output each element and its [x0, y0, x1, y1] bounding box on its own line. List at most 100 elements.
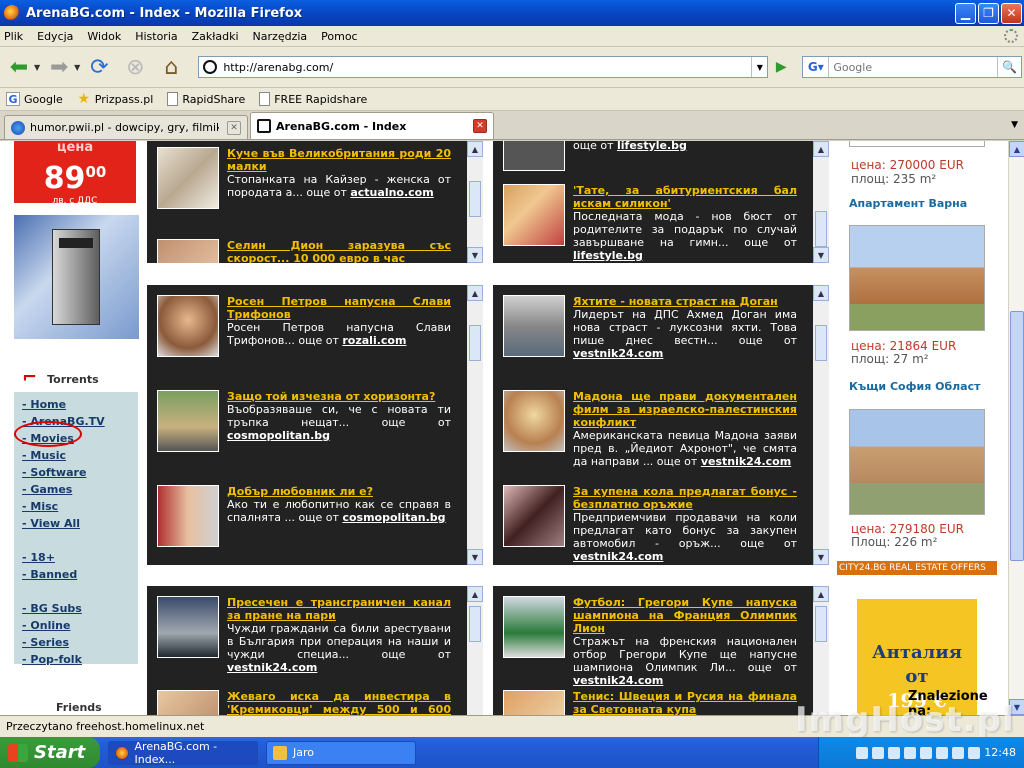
tray-icon[interactable] — [888, 746, 901, 759]
red-circle-annotation — [14, 421, 82, 447]
back-dropdown-icon[interactable]: ▼ — [34, 63, 40, 72]
tab-close-icon[interactable]: ✕ — [473, 119, 487, 133]
property-title-3[interactable]: Къщи София Област — [849, 380, 981, 393]
stop-icon[interactable]: ⊗ — [120, 52, 150, 82]
bookmark-google[interactable]: G Google — [6, 92, 63, 106]
scroll-up-icon[interactable]: ▲ — [1009, 141, 1024, 157]
news-box-2: още от lifestyle.bg 'Тате, за абитуриент… — [493, 141, 829, 263]
minimize-button[interactable]: ▁ — [955, 2, 976, 24]
taskbar-item-jaro[interactable]: Jaro — [266, 740, 416, 765]
menu-widok[interactable]: Widok — [87, 30, 121, 43]
tennis-thumbnail — [503, 690, 565, 715]
red-annotation-mark: ⌐ — [22, 367, 38, 388]
nav-link-home[interactable]: - Home — [22, 396, 138, 413]
taskbar-item-firefox[interactable]: ArenaBG.com - Index... — [108, 740, 258, 766]
property-image-1[interactable] — [849, 141, 985, 147]
nav-link-pop-folk[interactable]: - Pop-folk — [22, 651, 138, 668]
lifestyle-thumbnail — [503, 141, 565, 171]
page-scrollbar[interactable]: ▲ ▼ — [1008, 141, 1024, 715]
restore-button[interactable]: ❐ — [978, 2, 999, 24]
nav-link-games[interactable]: - Games — [22, 481, 138, 498]
tab-close-icon[interactable]: ✕ — [227, 120, 241, 135]
nav-link-music[interactable]: - Music — [22, 447, 138, 464]
couple-thumbnail — [157, 485, 219, 547]
activity-throbber-icon — [1004, 29, 1018, 43]
tray-icon[interactable] — [936, 746, 949, 759]
tray-icon[interactable] — [920, 746, 933, 759]
tray-icon[interactable] — [952, 746, 965, 759]
property-price-3: цена: 279180 EUR — [851, 522, 964, 536]
tray-icon[interactable] — [904, 746, 917, 759]
tab-arenabg[interactable]: ArenaBG.com - Index ✕ — [250, 112, 494, 139]
nav-link-bg-subs[interactable]: - BG Subs — [22, 600, 138, 617]
window-title: ArenaBG.com - Index - Mozilla Firefox — [26, 5, 303, 21]
tray-icon[interactable] — [968, 746, 981, 759]
menu-edycja[interactable]: Edycja — [37, 30, 73, 43]
title-bar[interactable]: ArenaBG.com - Index - Mozilla Firefox ▁ … — [0, 0, 1024, 26]
imghost-watermark: ImgHost.pl — [795, 700, 1015, 740]
search-box[interactable]: G▾ 🔍 — [802, 56, 1023, 78]
nav-link-series[interactable]: - Series — [22, 634, 138, 651]
clock[interactable]: 12:48 — [984, 746, 1016, 759]
back-arrow-icon[interactable]: ⬅ — [4, 52, 34, 82]
firefox-icon — [115, 745, 129, 760]
news-box-4: Яхтите - новата страст на Доган Лидерът … — [493, 285, 829, 565]
price-promo-banner[interactable]: цена 8900 лв. с ДДС — [14, 141, 136, 206]
news-box-1: Куче във Великобритания роди 20 малки Ст… — [147, 141, 483, 263]
nav-link-online[interactable]: - Online — [22, 617, 138, 634]
nav-link-banned[interactable]: - Banned — [22, 566, 138, 583]
menu-bar: Plik Edycja Widok Historia Zakładki Narz… — [0, 26, 1024, 47]
search-magnifier-icon[interactable]: 🔍 — [997, 57, 1021, 77]
go-arrow-icon[interactable]: ▶ — [770, 56, 792, 78]
property-title-2[interactable]: Апартамент Варна — [849, 197, 967, 210]
star-icon: ★ — [77, 91, 91, 107]
box-scrollbar[interactable]: ▲ ▼ — [467, 141, 483, 263]
rosen-petrov-thumbnail — [157, 295, 219, 357]
tab-list-dropdown-icon[interactable]: ▼ — [1011, 120, 1018, 130]
google-engine-icon[interactable]: G▾ — [803, 57, 830, 77]
property-price-2: цена: 21864 EUR — [851, 339, 957, 353]
search-input[interactable] — [829, 58, 998, 76]
property-image-2[interactable] — [849, 225, 985, 331]
nav-link-view-all[interactable]: - View All — [22, 515, 138, 532]
property-image-3[interactable] — [849, 409, 985, 515]
forward-dropdown-icon[interactable]: ▼ — [74, 63, 80, 72]
menu-pomoc[interactable]: Pomoc — [321, 30, 357, 43]
bookmarks-toolbar: G Google ★ Prizpass.pl RapidShare FREE Rap… — [0, 88, 1024, 111]
forward-arrow-icon[interactable]: ➡ — [44, 52, 74, 82]
start-button[interactable]: Start — [0, 737, 100, 768]
computer-case-ad[interactable] — [14, 215, 139, 339]
box-scrollbar[interactable]: ▲ ▼ — [813, 285, 829, 565]
property-area-3: Площ: 226 m² — [851, 535, 938, 549]
url-bar[interactable]: http://arenabg.com/ ▼ — [198, 56, 769, 78]
close-button[interactable]: ✕ — [1001, 2, 1022, 24]
pc-tower-image — [52, 229, 100, 325]
menu-historia[interactable]: Historia — [135, 30, 177, 43]
box-scrollbar[interactable]: ▲ — [813, 586, 829, 715]
city24-banner[interactable]: CITY24.BG REAL ESTATE OFFERS — [837, 561, 997, 575]
madonna-thumbnail — [503, 390, 565, 452]
url-dropdown-icon[interactable]: ▼ — [751, 57, 767, 77]
bookmark-prizpass[interactable]: ★ Prizpass.pl — [77, 91, 154, 107]
bookmark-free-rapidshare[interactable]: FREE Rapidshare — [259, 92, 367, 106]
scroll-thumb[interactable] — [1010, 311, 1024, 561]
menu-narzedzia[interactable]: Narzędzia — [253, 30, 308, 43]
box-scrollbar[interactable]: ▲ ▼ — [467, 285, 483, 565]
nav-link-software[interactable]: - Software — [22, 464, 138, 481]
nav-link-misc[interactable]: - Misc — [22, 498, 138, 515]
reload-icon[interactable]: ⟳ — [84, 52, 114, 82]
tray-icon[interactable] — [856, 746, 869, 759]
menu-plik[interactable]: Plik — [4, 30, 23, 43]
tray-icon[interactable] — [872, 746, 885, 759]
bookmark-rapidshare[interactable]: RapidShare — [167, 92, 245, 106]
nav-link-18plus[interactable]: - 18+ — [22, 549, 138, 566]
tab-humor[interactable]: humor.pwii.pl - dowcipy, gry, filmiki, r… — [4, 115, 248, 139]
url-text[interactable]: http://arenabg.com/ — [223, 61, 751, 74]
box-scrollbar[interactable]: ▲ — [467, 586, 483, 715]
system-tray: 12:48 — [818, 737, 1024, 768]
yacht-thumbnail — [503, 295, 565, 357]
home-icon[interactable]: ⌂ — [156, 52, 186, 82]
box-scrollbar[interactable]: ▲ ▼ — [813, 141, 829, 263]
park-bench-thumbnail — [157, 390, 219, 452]
menu-zakladki[interactable]: Zakładki — [192, 30, 239, 43]
